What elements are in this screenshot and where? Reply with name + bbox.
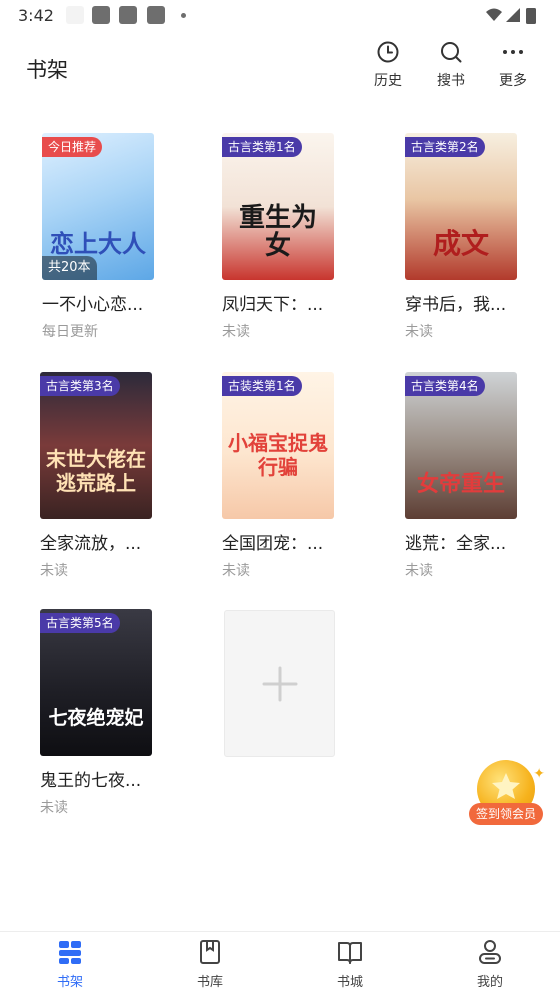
- notification-icon: [147, 6, 165, 24]
- history-clock-icon: [377, 41, 399, 63]
- search-books-label: 搜书: [437, 73, 465, 89]
- nav-bookshelf-label: 书架: [56, 975, 83, 990]
- book-item[interactable]: 末世大佬在逃荒路上 古言类第3名 全家流放，... 未读: [40, 372, 170, 580]
- sign-in-member-label: 签到领会员: [469, 803, 543, 825]
- book-status: 每日更新: [42, 324, 98, 340]
- cover-title-art: 七夜绝宠妃: [48, 707, 144, 729]
- status-time: 3:42: [18, 6, 54, 25]
- book-title: 全家流放，...: [40, 534, 142, 554]
- cover-title-art: 女帝重生: [416, 471, 505, 497]
- history-button[interactable]: 历史: [360, 40, 416, 96]
- more-label: 更多: [499, 73, 527, 89]
- plus-icon: [262, 666, 298, 702]
- profile-icon: [479, 940, 501, 964]
- nav-library-label: 书库: [196, 975, 223, 990]
- book-status: 未读: [222, 563, 250, 579]
- book-status: 未读: [405, 324, 433, 340]
- book-status: 未读: [405, 563, 433, 579]
- book-cover[interactable]: 七夜绝宠妃 古言类第5名: [40, 609, 152, 756]
- notification-placeholder-icon: [66, 6, 84, 24]
- bottom-navigation: 书架 书库 书城 我的: [0, 931, 560, 995]
- more-notifications-icon: [181, 13, 186, 18]
- rank-badge: 古言类第3名: [40, 376, 120, 396]
- book-cover[interactable]: 恋上大人 今日推荐 共20本: [42, 133, 154, 280]
- nav-bookshelf[interactable]: 书架: [35, 938, 105, 990]
- notification-icon: [119, 6, 137, 24]
- nav-bookstore[interactable]: 书城: [315, 938, 385, 990]
- nav-bookstore-label: 书城: [336, 975, 363, 990]
- cover-title-art: 小福宝捉鬼行骗: [228, 431, 328, 479]
- book-status: 未读: [40, 563, 68, 579]
- cover-title-art: 重生为女: [238, 203, 317, 261]
- book-cover[interactable]: 重生为女 古言类第1名: [222, 133, 334, 280]
- book-item[interactable]: 恋上大人 今日推荐 共20本 一不小心恋... 每日更新: [42, 133, 172, 341]
- nav-profile-label: 我的: [476, 975, 503, 990]
- more-dots-icon: [503, 50, 523, 54]
- rank-badge: 古言类第1名: [222, 137, 302, 157]
- bookstore-icon: [338, 942, 362, 964]
- book-title: 凤归天下：...: [222, 295, 324, 315]
- book-title: 一不小心恋...: [42, 295, 144, 315]
- sparkle-icon: ✦: [533, 766, 545, 782]
- book-cover[interactable]: 末世大佬在逃荒路上 古言类第3名: [40, 372, 152, 519]
- book-cover[interactable]: 女帝重生 古言类第4名: [405, 372, 517, 519]
- book-title: 全国团宠：...: [222, 534, 324, 554]
- book-cover[interactable]: 成文 古言类第2名: [405, 133, 517, 280]
- bookshelf-icon: [59, 941, 81, 964]
- cover-title-art: 成文: [432, 227, 489, 260]
- book-item[interactable]: 成文 古言类第2名 穿书后，我... 未读: [405, 133, 535, 341]
- nav-profile[interactable]: 我的: [455, 938, 525, 990]
- page-title: 书架: [26, 58, 68, 82]
- add-book-button[interactable]: [224, 610, 335, 757]
- book-item[interactable]: 女帝重生 古言类第4名 逃荒：全家... 未读: [405, 372, 535, 580]
- rank-badge: 今日推荐: [42, 137, 103, 157]
- system-status-icons: [486, 8, 536, 24]
- more-button[interactable]: 更多: [485, 40, 541, 96]
- library-icon: [200, 940, 220, 964]
- book-cover[interactable]: 小福宝捉鬼行骗 古装类第1名: [222, 372, 334, 519]
- history-label: 历史: [374, 73, 402, 89]
- nav-library[interactable]: 书库: [175, 938, 245, 990]
- rank-badge: 古言类第5名: [40, 613, 120, 633]
- rank-badge: 古言类第2名: [405, 137, 485, 157]
- book-item[interactable]: 重生为女 古言类第1名 凤归天下：... 未读: [222, 133, 352, 341]
- book-status: 未读: [222, 324, 250, 340]
- sign-in-member-badge[interactable]: ✦ 签到领会员: [467, 756, 549, 828]
- book-status: 未读: [40, 800, 68, 816]
- search-icon: [441, 42, 462, 63]
- star-icon: [492, 773, 520, 799]
- book-count-badge: 共20本: [42, 256, 97, 280]
- notification-icon: [92, 6, 110, 24]
- cover-title-art: 末世大佬在逃荒路上: [46, 447, 146, 495]
- book-title: 逃荒：全家...: [405, 534, 507, 554]
- book-item[interactable]: 七夜绝宠妃 古言类第5名 鬼王的七夜... 未读: [40, 609, 170, 817]
- status-bar: 3:42: [0, 0, 560, 32]
- rank-badge: 古装类第1名: [222, 376, 302, 396]
- book-title: 鬼王的七夜...: [40, 771, 142, 791]
- rank-badge: 古言类第4名: [405, 376, 485, 396]
- search-books-button[interactable]: 搜书: [423, 40, 479, 96]
- book-title: 穿书后，我...: [405, 295, 507, 315]
- cover-title-art: 恋上大人: [50, 229, 146, 258]
- book-item[interactable]: 小福宝捉鬼行骗 古装类第1名 全国团宠：... 未读: [222, 372, 352, 580]
